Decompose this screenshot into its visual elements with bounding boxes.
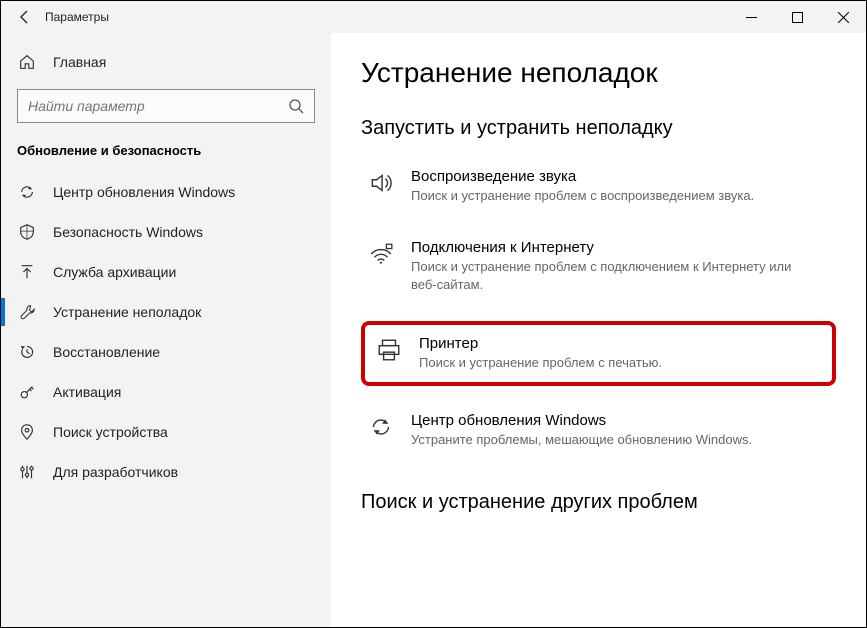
troubleshoot-item-internet[interactable]: Подключения к Интернету Поиск и устранен… xyxy=(361,231,836,302)
wrench-icon xyxy=(17,303,37,321)
shield-icon xyxy=(17,223,37,241)
nav-item-troubleshoot[interactable]: Устранение неполадок xyxy=(1,292,331,332)
recovery-icon xyxy=(17,343,37,361)
sync-icon xyxy=(17,183,37,201)
window-controls xyxy=(728,1,866,33)
home-link[interactable]: Главная xyxy=(1,45,331,79)
backup-icon xyxy=(17,263,37,281)
close-button[interactable] xyxy=(820,1,866,33)
back-button[interactable] xyxy=(13,5,37,29)
troubleshoot-item-update[interactable]: Центр обновления Windows Устраните пробл… xyxy=(361,404,836,457)
sync-icon xyxy=(367,412,395,440)
nav-item-activation[interactable]: Активация xyxy=(1,372,331,412)
nav-list: Центр обновления Windows Безопасность Wi… xyxy=(1,172,331,492)
location-icon xyxy=(17,423,37,441)
t-desc: Поиск и устранение проблем с воспроизвед… xyxy=(411,187,811,205)
content-area: Устранение неполадок Запустить и устрани… xyxy=(331,33,866,627)
search-wrap xyxy=(17,89,315,123)
subheading-other: Поиск и устранение других проблем xyxy=(361,491,836,514)
t-body: Принтер Поиск и устранение проблем с печ… xyxy=(419,335,822,372)
troubleshoot-item-audio[interactable]: Воспроизведение звука Поиск и устранение… xyxy=(361,160,836,213)
settings-window: Параметры Главная xyxy=(0,0,867,628)
nav-label: Поиск устройства xyxy=(53,424,168,440)
t-desc: Поиск и устранение проблем с печатью. xyxy=(419,354,819,372)
troubleshoot-item-printer[interactable]: Принтер Поиск и устранение проблем с печ… xyxy=(361,321,836,386)
nav-item-windows-update[interactable]: Центр обновления Windows xyxy=(1,172,331,212)
window-title: Параметры xyxy=(45,10,109,24)
t-desc: Устраните проблемы, мешающие обновлению … xyxy=(411,431,811,449)
subheading-run: Запустить и устранить неполадку xyxy=(361,117,836,140)
nav-item-backup[interactable]: Служба архивации xyxy=(1,252,331,292)
nav-label: Устранение неполадок xyxy=(53,304,201,320)
minimize-button[interactable] xyxy=(728,1,774,33)
nav-label: Безопасность Windows xyxy=(53,224,203,240)
home-icon xyxy=(17,53,37,71)
nav-item-recovery[interactable]: Восстановление xyxy=(1,332,331,372)
search-input[interactable] xyxy=(28,98,288,114)
t-body: Воспроизведение звука Поиск и устранение… xyxy=(411,168,830,205)
printer-icon xyxy=(375,335,403,363)
t-body: Центр обновления Windows Устраните пробл… xyxy=(411,412,830,449)
troubleshoot-list: Воспроизведение звука Поиск и устранение… xyxy=(361,160,836,457)
t-title: Подключения к Интернету xyxy=(411,239,830,256)
settings-sliders-icon xyxy=(17,463,37,481)
search-icon xyxy=(288,98,304,114)
t-title: Центр обновления Windows xyxy=(411,412,830,429)
page-title: Устранение неполадок xyxy=(361,57,836,89)
maximize-button[interactable] xyxy=(774,1,820,33)
home-label: Главная xyxy=(53,54,106,70)
nav-label: Служба архивации xyxy=(53,264,176,280)
t-desc: Поиск и устранение проблем с подключение… xyxy=(411,258,811,294)
search-box[interactable] xyxy=(17,89,315,123)
nav-label: Центр обновления Windows xyxy=(53,184,235,200)
body: Главная Обновление и безопасность Центр … xyxy=(1,33,866,627)
sidebar: Главная Обновление и безопасность Центр … xyxy=(1,33,331,627)
t-title: Принтер xyxy=(419,335,822,352)
nav-item-find-device[interactable]: Поиск устройства xyxy=(1,412,331,452)
key-icon xyxy=(17,383,37,401)
nav-item-security[interactable]: Безопасность Windows xyxy=(1,212,331,252)
sidebar-section-title: Обновление и безопасность xyxy=(1,137,331,172)
nav-label: Восстановление xyxy=(53,344,160,360)
speaker-icon xyxy=(367,168,395,196)
t-title: Воспроизведение звука xyxy=(411,168,830,185)
nav-label: Для разработчиков xyxy=(53,464,178,480)
titlebar: Параметры xyxy=(1,1,866,33)
nav-item-developers[interactable]: Для разработчиков xyxy=(1,452,331,492)
wifi-icon xyxy=(367,239,395,267)
t-body: Подключения к Интернету Поиск и устранен… xyxy=(411,239,830,294)
nav-label: Активация xyxy=(53,384,121,400)
